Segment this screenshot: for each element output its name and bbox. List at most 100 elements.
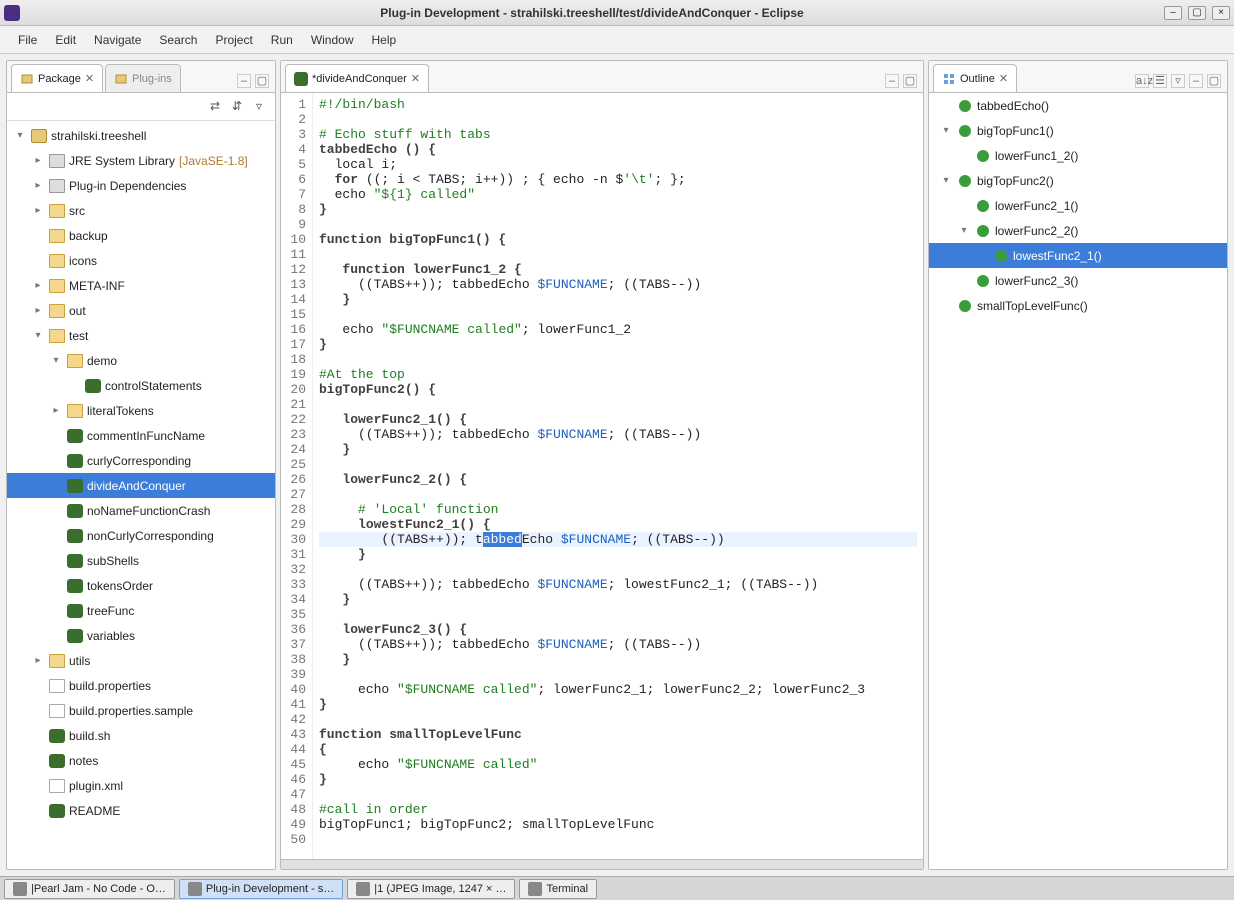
tree-item[interactable]: Plug-in Dependencies <box>7 173 275 198</box>
collapse-all-icon[interactable]: ⇄ <box>207 99 223 115</box>
twistie-icon[interactable] <box>957 225 971 236</box>
tree-item[interactable]: out <box>7 298 275 323</box>
twistie-icon[interactable] <box>31 655 45 666</box>
twistie-icon[interactable] <box>13 130 27 141</box>
tree-item[interactable]: treeFunc <box>7 598 275 623</box>
sh-icon <box>67 529 83 543</box>
twistie-icon[interactable] <box>31 305 45 316</box>
maximize-view-icon[interactable]: ▢ <box>903 74 917 88</box>
close-icon[interactable]: ✕ <box>411 72 420 85</box>
menu-help[interactable]: Help <box>364 29 405 51</box>
maximize-button[interactable]: ▢ <box>1188 6 1206 20</box>
outline-item[interactable]: bigTopFunc2() <box>929 168 1227 193</box>
maximize-view-icon[interactable]: ▢ <box>1207 74 1221 88</box>
twistie-icon[interactable] <box>31 330 45 341</box>
minimize-button[interactable]: – <box>1164 6 1182 20</box>
editor-scrollbar[interactable] <box>281 859 923 869</box>
minimize-view-icon[interactable]: – <box>1189 74 1203 88</box>
tree-item[interactable]: build.sh <box>7 723 275 748</box>
tree-item[interactable]: test <box>7 323 275 348</box>
tree-item[interactable]: commentInFuncName <box>7 423 275 448</box>
close-button[interactable]: × <box>1212 6 1230 20</box>
sh-icon <box>67 554 83 568</box>
tree-item[interactable]: divideAndConquer <box>7 473 275 498</box>
task-label: Terminal <box>546 883 588 895</box>
tree-item[interactable]: notes <box>7 748 275 773</box>
close-icon[interactable]: ✕ <box>999 72 1008 85</box>
code-area[interactable]: #!/bin/bash # Echo stuff with tabstabbed… <box>313 93 923 859</box>
outline-tree[interactable]: tabbedEcho()bigTopFunc1()lowerFunc1_2()b… <box>929 93 1227 869</box>
tree-item[interactable]: subShells <box>7 548 275 573</box>
view-menu-icon[interactable]: ▿ <box>251 99 267 115</box>
tree-item[interactable]: controlStatements <box>7 373 275 398</box>
menu-edit[interactable]: Edit <box>47 29 84 51</box>
tree-item[interactable]: src <box>7 198 275 223</box>
twistie-icon[interactable] <box>31 155 45 166</box>
sh-icon <box>85 379 101 393</box>
tree-item[interactable]: variables <box>7 623 275 648</box>
twistie-icon[interactable] <box>49 355 63 366</box>
tree-item[interactable]: utils <box>7 648 275 673</box>
package-tree[interactable]: strahilski.treeshellJRE System Library [… <box>7 121 275 869</box>
twistie-icon[interactable] <box>939 125 953 136</box>
tree-item[interactable]: tokensOrder <box>7 573 275 598</box>
taskbar-entry[interactable]: |Pearl Jam - No Code - O… <box>4 879 175 899</box>
code-editor[interactable]: 1234567891011121314151617181920212223242… <box>281 93 923 859</box>
twistie-icon[interactable] <box>31 280 45 291</box>
tree-item[interactable]: build.properties <box>7 673 275 698</box>
tree-item[interactable]: noNameFunctionCrash <box>7 498 275 523</box>
taskbar-entry[interactable]: |1 (JPEG Image, 1247 × … <box>347 879 515 899</box>
tree-item[interactable]: curlyCorresponding <box>7 448 275 473</box>
tree-item[interactable]: icons <box>7 248 275 273</box>
outline-item[interactable]: lowerFunc2_2() <box>929 218 1227 243</box>
menu-file[interactable]: File <box>10 29 45 51</box>
outline-item[interactable]: lowerFunc2_3() <box>929 268 1227 293</box>
minimize-view-icon[interactable]: – <box>237 74 251 88</box>
close-icon[interactable]: ✕ <box>85 72 94 85</box>
tree-item[interactable]: JRE System Library [JavaSE-1.8] <box>7 148 275 173</box>
tree-item[interactable]: build.properties.sample <box>7 698 275 723</box>
tree-item[interactable]: strahilski.treeshell <box>7 123 275 148</box>
menu-navigate[interactable]: Navigate <box>86 29 149 51</box>
view-menu-icon[interactable]: ▿ <box>1171 74 1185 88</box>
sh-icon <box>49 729 65 743</box>
titlebar: Plug-in Development - strahilski.treeshe… <box>0 0 1234 26</box>
taskbar-entry[interactable]: Plug-in Development - s… <box>179 879 343 899</box>
tree-item[interactable]: backup <box>7 223 275 248</box>
tree-label: backup <box>69 229 108 243</box>
outline-item[interactable]: bigTopFunc1() <box>929 118 1227 143</box>
link-editor-icon[interactable]: ⇵ <box>229 99 245 115</box>
outline-item[interactable]: lowestFunc2_1() <box>929 243 1227 268</box>
tree-item[interactable]: plugin.xml <box>7 773 275 798</box>
taskbar-entry[interactable]: Terminal <box>519 879 597 899</box>
twistie-icon[interactable] <box>31 180 45 191</box>
tree-item[interactable]: literalTokens <box>7 398 275 423</box>
menu-project[interactable]: Project <box>207 29 260 51</box>
function-icon <box>977 225 989 237</box>
tree-item[interactable]: README <box>7 798 275 823</box>
view-tab-plug-ins[interactable]: Plug-ins <box>105 64 181 92</box>
menu-window[interactable]: Window <box>303 29 362 51</box>
outline-item[interactable]: tabbedEcho() <box>929 93 1227 118</box>
twistie-icon[interactable] <box>31 205 45 216</box>
tree-item[interactable]: META-INF <box>7 273 275 298</box>
os-taskbar: |Pearl Jam - No Code - O…Plug-in Develop… <box>0 876 1234 900</box>
twistie-icon[interactable] <box>49 405 63 416</box>
menu-search[interactable]: Search <box>151 29 205 51</box>
maximize-view-icon[interactable]: ▢ <box>255 74 269 88</box>
twistie-icon[interactable] <box>939 175 953 186</box>
view-tab-package[interactable]: Package✕ <box>11 64 103 92</box>
minimize-view-icon[interactable]: – <box>885 74 899 88</box>
outline-tab[interactable]: Outline ✕ <box>933 64 1017 92</box>
filter-icon[interactable]: ☰ <box>1153 74 1167 88</box>
tree-item[interactable]: nonCurlyCorresponding <box>7 523 275 548</box>
outline-item[interactable]: lowerFunc1_2() <box>929 143 1227 168</box>
outline-item[interactable]: smallTopLevelFunc() <box>929 293 1227 318</box>
menu-run[interactable]: Run <box>263 29 301 51</box>
editor-tab-active[interactable]: *divideAndConquer ✕ <box>285 64 429 92</box>
outline-item[interactable]: lowerFunc2_1() <box>929 193 1227 218</box>
sort-icon[interactable]: a↓z <box>1135 74 1149 88</box>
tree-label: tokensOrder <box>87 579 153 593</box>
tree-item[interactable]: demo <box>7 348 275 373</box>
tree-label: build.properties <box>69 679 151 693</box>
